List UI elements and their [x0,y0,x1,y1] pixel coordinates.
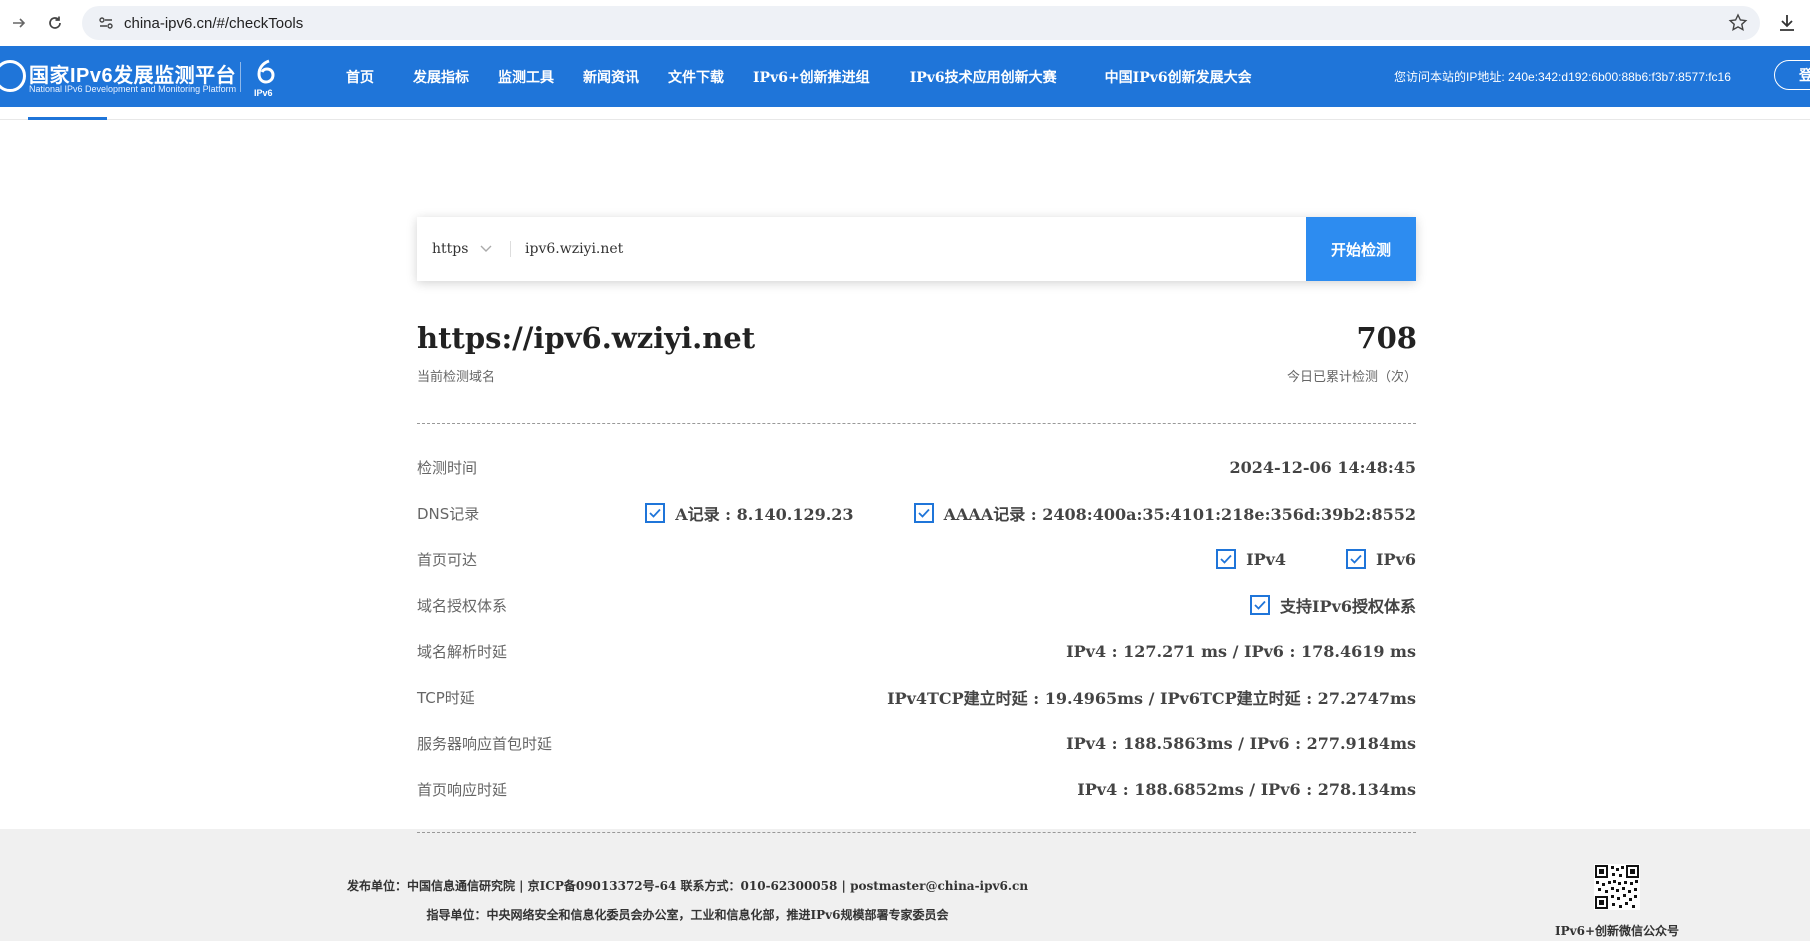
row-page-response-latency: 首页响应时延 IPv4 : 188.6852ms / IPv6 : 278.13… [417,774,1416,804]
login-button[interactable]: 登 [1774,60,1810,90]
auth-item: 支持IPv6授权体系 [1250,593,1416,617]
today-check-count: 708 [1356,321,1417,355]
row-label: 检测时间 [417,458,478,477]
footer-guidance-line: 指导单位：中央网络安全和信息化委员会办公室，工业和信息化部，推进IPv6规模部署… [426,908,949,922]
protocol-divider [510,241,511,257]
dns-values: A记录 : 8.140.129.23 AAAA记录 : 2408:400a:35… [645,501,1416,525]
checkbox-checked-icon [645,503,666,523]
result-divider-top [417,423,1416,424]
check-time-value: 2024-12-06 14:48:45 [1229,457,1416,477]
footer-publisher-line: 发布单位：中国信息通信研究院 | 京ICP备09013372号-64 联系方式：… [346,879,1029,893]
auth-value: 支持IPv6授权体系 [1280,597,1416,616]
ipv6-mark-text: IPv6 [254,88,273,98]
active-tab-indicator [28,117,107,120]
a-record-item: A记录 : 8.140.129.23 [645,501,854,525]
ipv6-logo-icon: IPv6 [250,58,280,98]
result-domain: https://ipv6.wziyi.net [417,321,756,355]
row-first-packet-latency: 服务器响应首包时延 IPv4 : 188.5863ms / IPv6 : 277… [417,728,1416,758]
menu-item-home[interactable]: 首页 [346,67,374,87]
domain-input[interactable]: ipv6.wziyi.net [525,217,623,281]
page-response-latency-value: IPv4 : 188.6852ms / IPv6 : 278.134ms [1077,779,1416,799]
download-icon[interactable] [1776,12,1798,34]
address-bar[interactable]: china-ipv6.cn/#/checkTools [82,6,1760,40]
ipv6-reachable-item: IPv6 [1346,549,1416,569]
a-record-value: A记录 : 8.140.129.23 [675,505,854,524]
aaaa-record-value: AAAA记录 : 2408:400a:35:4101:218e:356d:39b… [943,505,1416,524]
first-packet-latency-value: IPv4 : 188.5863ms / IPv6 : 277.9184ms [1066,733,1416,753]
ipv4-reachable-item: IPv4 [1216,549,1286,569]
checkbox-checked-icon [1216,549,1237,569]
reachable-values: IPv4 IPv6 [1216,549,1416,569]
page-footer: 发布单位：中国信息通信研究院 | 京ICP备09013372号-64 联系方式：… [0,849,1810,941]
checkbox-checked-icon [913,503,934,523]
check-form: https ipv6.wziyi.net 开始检测 [417,217,1416,281]
aaaa-record-item: AAAA记录 : 2408:400a:35:4101:218e:356d:39b… [913,501,1416,525]
row-label: 首页响应时延 [417,780,508,799]
main-menu: 首页 发展指标 监测工具 新闻资讯 文件下载 IPv6+创新推进组 IPv6技术… [346,46,1281,107]
row-check-time: 检测时间 2024-12-06 14:48:45 [417,452,1416,482]
row-auth: 域名授权体系 支持IPv6授权体系 [417,590,1416,620]
site-logo-icon[interactable] [0,60,26,92]
row-label: DNS记录 [417,504,480,523]
visitor-ip-info: 您访问本站的IP地址: 240e:342:d192:6b00:88b6:f3b7… [1394,70,1731,84]
site-info-icon[interactable] [96,13,116,33]
browser-toolbar: china-ipv6.cn/#/checkTools [0,0,1810,46]
reload-icon[interactable] [36,4,74,42]
qr-code-label: IPv6+创新微信公众号 [1554,924,1679,938]
logo-divider [240,62,241,92]
url-text[interactable]: china-ipv6.cn/#/checkTools [124,15,303,32]
logo-subtitle: National IPv6 Development and Monitoring… [29,84,237,94]
ipv6-label: IPv6 [1376,549,1416,569]
today-check-count-label: 今日已累计检测（次） [1286,370,1417,385]
row-label: 域名解析时延 [417,642,508,661]
auth-values: 支持IPv6授权体系 [1250,593,1416,617]
row-label: 域名授权体系 [417,596,508,615]
menu-item-ipv6-plus-group[interactable]: IPv6+创新推进组 [753,67,870,87]
chevron-down-icon [480,242,492,256]
row-label: TCP时延 [417,688,475,707]
login-label: 登 [1799,68,1810,84]
menu-item-downloads[interactable]: 文件下载 [668,67,724,87]
ipv4-label: IPv4 [1246,549,1287,569]
start-check-button[interactable]: 开始检测 [1306,217,1416,281]
checkbox-checked-icon [1346,549,1367,569]
tab-divider [0,119,1810,120]
menu-item-tools[interactable]: 监测工具 [498,67,554,87]
site-header: 国家IPv6发展监测平台 National IPv6 Development a… [0,46,1810,107]
protocol-select[interactable]: https [432,217,492,281]
result-domain-label: 当前检测域名 [417,370,496,385]
menu-item-indicators[interactable]: 发展指标 [413,67,469,87]
protocol-value: https [432,241,469,257]
bookmark-star-icon[interactable] [1728,13,1748,33]
menu-item-innovation-conference[interactable]: 中国IPv6创新发展大会 [1105,67,1252,87]
wechat-qr-code [1594,864,1640,910]
row-tcp-latency: TCP时延 IPv4TCP建立时延 : 19.4965ms / IPv6TCP建… [417,682,1416,712]
row-dns: DNS记录 A记录 : 8.140.129.23 AAAA记录 : 2408:4… [417,498,1416,528]
result-divider-bottom [417,832,1416,833]
resolve-latency-value: IPv4 : 127.271 ms / IPv6 : 178.4619 ms [1066,641,1416,661]
tcp-latency-value: IPv4TCP建立时延 : 19.4965ms / IPv6TCP建立时延 : … [887,689,1416,708]
main-content: https ipv6.wziyi.net 开始检测 https://ipv6.w… [0,107,1810,829]
checkbox-checked-icon [1250,595,1271,615]
row-resolve-latency: 域名解析时延 IPv4 : 127.271 ms / IPv6 : 178.46… [417,636,1416,666]
menu-item-news[interactable]: 新闻资讯 [583,67,639,87]
forward-icon[interactable] [0,4,38,42]
row-label: 首页可达 [417,550,478,569]
menu-item-innovation-contest[interactable]: IPv6技术应用创新大赛 [910,67,1057,87]
row-label: 服务器响应首包时延 [417,734,553,753]
row-reachable: 首页可达 IPv4 IPv6 [417,544,1416,574]
